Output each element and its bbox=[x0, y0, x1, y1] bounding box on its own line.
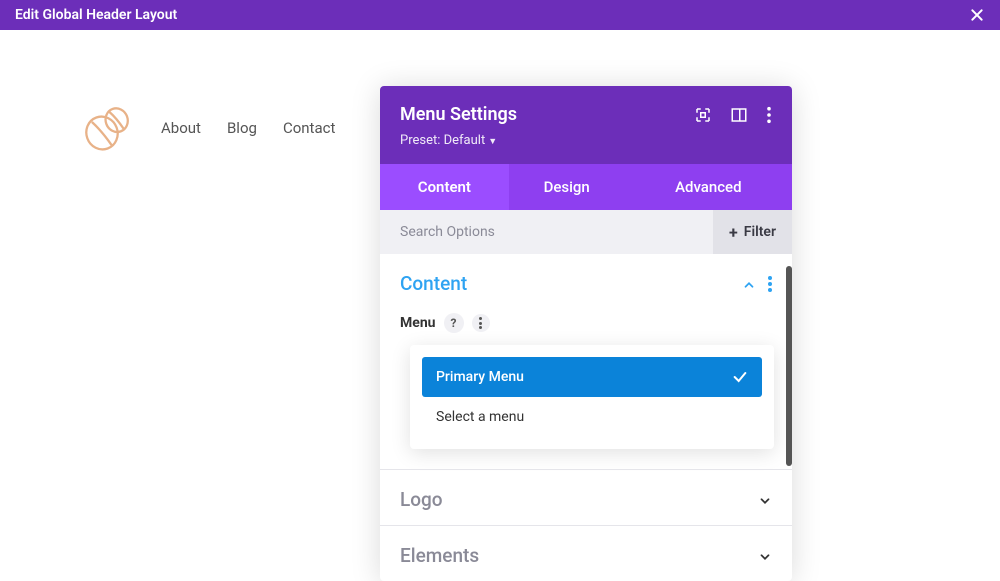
chevron-up-icon[interactable] bbox=[742, 277, 756, 291]
section-logo[interactable]: Logo bbox=[380, 470, 792, 525]
chevron-down-icon bbox=[758, 549, 772, 563]
panel-header: Menu Settings Preset: Default▼ bbox=[380, 86, 792, 164]
close-icon[interactable] bbox=[969, 7, 985, 23]
layout-icon[interactable] bbox=[730, 106, 748, 124]
dropdown-option-label: Select a menu bbox=[436, 409, 524, 425]
panel-title: Menu Settings bbox=[400, 104, 517, 125]
help-icon[interactable]: ? bbox=[444, 313, 464, 333]
check-icon bbox=[732, 369, 748, 385]
site-logo-icon bbox=[80, 100, 135, 155]
filter-button[interactable]: + Filter bbox=[713, 210, 792, 254]
dropdown-option-label: Primary Menu bbox=[436, 369, 524, 385]
section-content-title: Content bbox=[400, 272, 467, 295]
expand-icon[interactable] bbox=[694, 106, 712, 124]
search-bar: Search Options + Filter bbox=[380, 210, 792, 254]
scrollbar[interactable] bbox=[786, 266, 792, 466]
top-bar-title: Edit Global Header Layout bbox=[15, 7, 177, 23]
section-more-icon[interactable] bbox=[768, 276, 772, 292]
top-bar: Edit Global Header Layout bbox=[0, 0, 1000, 30]
caret-down-icon: ▼ bbox=[488, 136, 497, 147]
preset-selector[interactable]: Preset: Default▼ bbox=[400, 133, 772, 148]
section-elements-title: Elements bbox=[400, 544, 479, 567]
page-canvas: About Blog Contact Menu Settings bbox=[0, 30, 1000, 155]
nav-link-blog[interactable]: Blog bbox=[227, 119, 257, 137]
menu-field: Menu ? Primary Menu Select a menu bbox=[380, 309, 792, 469]
search-input[interactable]: Search Options bbox=[400, 224, 495, 240]
tab-advanced[interactable]: Advanced bbox=[625, 164, 792, 210]
dropdown-option-primary[interactable]: Primary Menu bbox=[422, 357, 762, 397]
field-more-icon[interactable] bbox=[472, 314, 490, 332]
nav-links: About Blog Contact bbox=[161, 119, 335, 137]
nav-link-about[interactable]: About bbox=[161, 119, 201, 137]
filter-label: Filter bbox=[744, 224, 776, 240]
tab-content[interactable]: Content bbox=[380, 164, 509, 210]
section-content: Content bbox=[380, 254, 792, 309]
field-label-menu: Menu bbox=[400, 315, 436, 331]
settings-panel: Menu Settings Preset: Default▼ bbox=[380, 86, 792, 581]
more-icon[interactable] bbox=[766, 106, 772, 124]
tab-design[interactable]: Design bbox=[509, 164, 625, 210]
menu-dropdown: Primary Menu Select a menu bbox=[410, 345, 774, 449]
tabs: Content Design Advanced bbox=[380, 164, 792, 210]
nav-link-contact[interactable]: Contact bbox=[283, 119, 335, 137]
plus-icon: + bbox=[729, 223, 738, 242]
preset-label: Preset: Default bbox=[400, 133, 485, 148]
dropdown-option-select[interactable]: Select a menu bbox=[422, 397, 762, 437]
section-elements[interactable]: Elements bbox=[380, 526, 792, 581]
